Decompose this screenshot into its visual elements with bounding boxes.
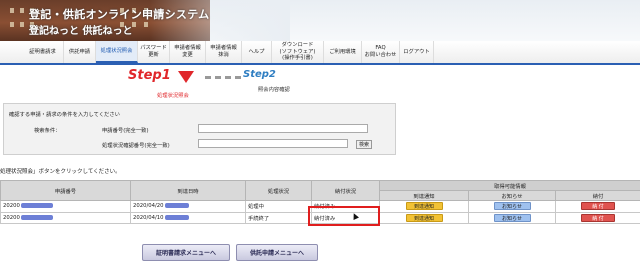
info-button[interactable]: お知らせ bbox=[493, 213, 531, 222]
confirm-number-input[interactable] bbox=[198, 139, 348, 148]
redacted-mark bbox=[20, 214, 53, 220]
info-button[interactable]: お知らせ bbox=[493, 202, 531, 211]
instruction-text: 処理状況照会」ボタンをクリックしてください。 bbox=[0, 169, 121, 175]
confirm-number-label: 処理状況確認番号(完全一致) bbox=[102, 143, 170, 149]
step2-sub-label: 照会内容確認 bbox=[258, 87, 290, 93]
nav-applicant-change[interactable]: 申請者情報 変更 bbox=[170, 41, 206, 63]
row-arrival: 2020/04/20 bbox=[133, 203, 164, 210]
current-step-arrow-icon bbox=[178, 71, 194, 83]
deposit-menu-button[interactable]: 供託申請メニューへ bbox=[236, 244, 318, 261]
site-banner: 登記・供託オンライン申請システム 登記ねっと 供託ねっと bbox=[0, 0, 640, 41]
row-number: 20200 bbox=[3, 214, 20, 221]
site-subtitle: 登記ねっと 供託ねっと bbox=[29, 26, 133, 37]
pay-button[interactable]: 納 付 bbox=[581, 213, 616, 222]
notice-button[interactable]: 到達通知 bbox=[405, 202, 443, 211]
apply-number-input[interactable] bbox=[198, 124, 368, 133]
redacted-mark bbox=[164, 214, 189, 220]
apply-number-label: 申請番号(完全一致) bbox=[102, 128, 149, 134]
nav-deposit-application[interactable]: 供託申請 bbox=[64, 41, 96, 63]
col-pay: 納付 bbox=[554, 190, 640, 201]
search-condition-label: 検索条件： bbox=[34, 128, 61, 134]
row-number: 20200 bbox=[3, 203, 20, 210]
row-status: 手続終了 bbox=[245, 211, 312, 224]
col-arrival: 到達日時 bbox=[130, 180, 246, 201]
col-group-available: 取得可能情報 bbox=[378, 180, 640, 191]
step-divider bbox=[205, 76, 241, 79]
col-info: お知らせ bbox=[468, 190, 556, 201]
col-status: 処理状況 bbox=[245, 180, 312, 201]
search-button[interactable]: 検索 bbox=[356, 140, 372, 149]
nav-status-inquiry[interactable]: 処理状況照会 bbox=[96, 41, 138, 63]
col-number: 申請番号 bbox=[0, 180, 131, 201]
highlight-box bbox=[308, 206, 380, 226]
main-nav: 証明書請求 供託申請 処理状況照会 パスワード 更新 申請者情報 変更 申請者情… bbox=[0, 41, 640, 65]
redacted-mark bbox=[20, 203, 53, 209]
nav-password-update[interactable]: パスワード 更新 bbox=[138, 41, 170, 63]
col-notice: 到達通知 bbox=[379, 190, 469, 201]
step2-label: Step2 bbox=[243, 69, 276, 80]
redacted-mark bbox=[164, 203, 189, 209]
nav-help[interactable]: ヘルプ bbox=[242, 41, 272, 63]
col-payment: 納付状況 bbox=[311, 180, 380, 201]
nav-faq[interactable]: FAQ お問い合わせ bbox=[362, 41, 400, 63]
nav-download[interactable]: ダウンロード (ソフトウェア) (操作手引書) bbox=[272, 41, 324, 63]
nav-certificate-request[interactable]: 証明書請求 bbox=[22, 41, 64, 63]
nav-logout[interactable]: ログアウト bbox=[400, 41, 434, 63]
pay-button[interactable]: 納 付 bbox=[581, 202, 616, 211]
row-status: 処理中 bbox=[245, 200, 312, 213]
certificate-menu-button[interactable]: 証明書請求メニューへ bbox=[142, 244, 230, 261]
row-arrival: 2020/04/10 bbox=[133, 214, 164, 221]
site-title: 登記・供託オンライン申請システム bbox=[29, 8, 210, 21]
step1-label: Step1 bbox=[128, 68, 171, 83]
search-hint: 確認する申請・請求の条件を入力してください bbox=[9, 112, 120, 118]
notice-button[interactable]: 到達通知 bbox=[405, 213, 443, 222]
nav-environment[interactable]: ご利用環境 bbox=[324, 41, 362, 63]
nav-applicant-delete[interactable]: 申請者情報 抹消 bbox=[206, 41, 242, 63]
step1-sub-label: 処理状況照会 bbox=[157, 93, 189, 99]
